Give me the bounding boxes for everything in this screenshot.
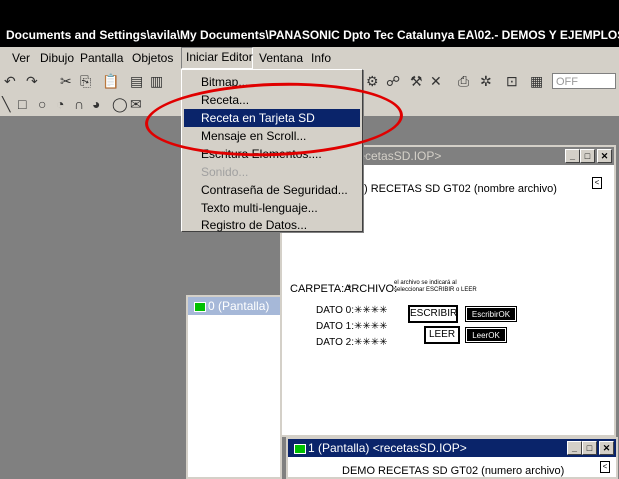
- app-title: Documents and Settings\avila\My Document…: [6, 28, 619, 42]
- menu-iniciar-editor[interactable]: Iniciar Editor: [181, 47, 253, 69]
- side-nav-button[interactable]: <: [592, 177, 602, 189]
- menu-item-contrasena[interactable]: Contraseña de Seguridad...: [184, 181, 360, 199]
- circle-tool-icon[interactable]: ○: [38, 96, 46, 112]
- ellipse-tool-icon[interactable]: ◯: [112, 96, 128, 113]
- grid-icon[interactable]: ▦: [530, 73, 543, 90]
- menu-item-sonido: Sonido...: [201, 165, 249, 179]
- window-pantalla-0-canvas: [188, 315, 280, 477]
- snap-icon[interactable]: ⊡: [506, 73, 518, 90]
- window-pantalla-0-titlebar[interactable]: 0 (Pantalla): [188, 297, 280, 315]
- archivo-note-line2: seleccionar ESCRIBIR o LEER: [394, 287, 477, 293]
- menu-info[interactable]: Info: [307, 47, 335, 69]
- transfer-icon[interactable]: ✲: [480, 73, 492, 90]
- align-left-icon[interactable]: ▤: [130, 73, 143, 90]
- menu-dibujo[interactable]: Dibujo: [36, 47, 78, 69]
- copy-icon[interactable]: ⎘: [80, 73, 91, 90]
- cut-icon[interactable]: ✂: [60, 73, 72, 90]
- dato-2: DATO 2:✳✳✳✳: [316, 337, 388, 348]
- menu-item-texto-multilenguaje[interactable]: Texto multi-lenguaje...: [184, 199, 360, 217]
- window-pantalla-0: 0 (Pantalla): [186, 295, 282, 479]
- dato-0: DATO 0:✳✳✳✳: [316, 305, 388, 316]
- dato-1: DATO 1:✳✳✳✳: [316, 321, 388, 332]
- carpeta-label: CARPETA: *: [290, 283, 352, 295]
- align-right-icon[interactable]: ▥: [150, 73, 163, 90]
- menu-objetos[interactable]: Objetos: [128, 47, 177, 69]
- side-nav-button[interactable]: <: [600, 461, 610, 473]
- menu-ventana[interactable]: Ventana: [255, 47, 307, 69]
- wrench-icon[interactable]: ✕: [430, 73, 442, 90]
- close-button[interactable]: ✕: [599, 441, 614, 455]
- arc-tool-icon[interactable]: ◔: [56, 96, 64, 112]
- tools-icon[interactable]: ⚒: [410, 73, 423, 90]
- screen-icon: [194, 301, 206, 312]
- rectangle-tool-icon[interactable]: □: [18, 96, 26, 112]
- menu-item-registro-datos[interactable]: Registro de Datos...: [184, 216, 360, 234]
- archivo-note-line1: el archivo se indicará al: [394, 280, 457, 286]
- escribir-button[interactable]: ESCRIBIR: [408, 305, 458, 323]
- leer-button[interactable]: LEER: [424, 326, 460, 344]
- window-pantalla-1-title: 1 (Pantalla) <recetasSD.IOP>: [308, 441, 467, 455]
- undo-icon[interactable]: ↶: [4, 73, 16, 90]
- screen-header: ) RECETAS SD GT02 (nombre archivo): [364, 183, 557, 195]
- maximize-button[interactable]: □: [582, 441, 597, 455]
- leer-ok-indicator: LeerOK: [465, 327, 507, 343]
- line-tool-icon[interactable]: ╲: [2, 96, 10, 113]
- window-pantalla-0-title: 0 (Pantalla): [208, 299, 270, 313]
- escribir-ok-indicator: EscribirOK: [465, 306, 517, 322]
- menu-bar: Ver Dibujo Pantalla Objetos Iniciar Edit…: [0, 47, 619, 69]
- window-pantalla-1-titlebar[interactable]: 1 (Pantalla) <recetasSD.IOP> _ □ ✕: [288, 439, 616, 457]
- menu-ver[interactable]: Ver: [8, 47, 34, 69]
- menu-pantalla[interactable]: Pantalla: [76, 47, 127, 69]
- print-icon[interactable]: ⎙: [458, 73, 469, 90]
- window-pantalla-1: 1 (Pantalla) <recetasSD.IOP> _ □ ✕ DEMO …: [286, 437, 618, 479]
- off-field[interactable]: OFF: [552, 73, 616, 89]
- archivo-label: ARCHIVO:: [344, 283, 398, 295]
- minimize-button[interactable]: _: [567, 441, 582, 455]
- screen-header: DEMO RECETAS SD GT02 (numero archivo): [342, 465, 565, 477]
- minimize-button[interactable]: _: [565, 149, 580, 163]
- maximize-button[interactable]: □: [580, 149, 595, 163]
- pie-tool-icon[interactable]: ◕: [92, 96, 100, 112]
- paste-icon[interactable]: 📋: [102, 73, 119, 90]
- screen-icon: [294, 443, 306, 454]
- close-button[interactable]: ✕: [597, 149, 612, 163]
- message-tool-icon[interactable]: ✉: [130, 96, 142, 113]
- redo-icon[interactable]: ↷: [26, 73, 38, 90]
- connect-icon[interactable]: ☍: [386, 73, 400, 90]
- properties-icon[interactable]: ⚙: [366, 73, 379, 90]
- curve-tool-icon[interactable]: ∩: [74, 96, 84, 112]
